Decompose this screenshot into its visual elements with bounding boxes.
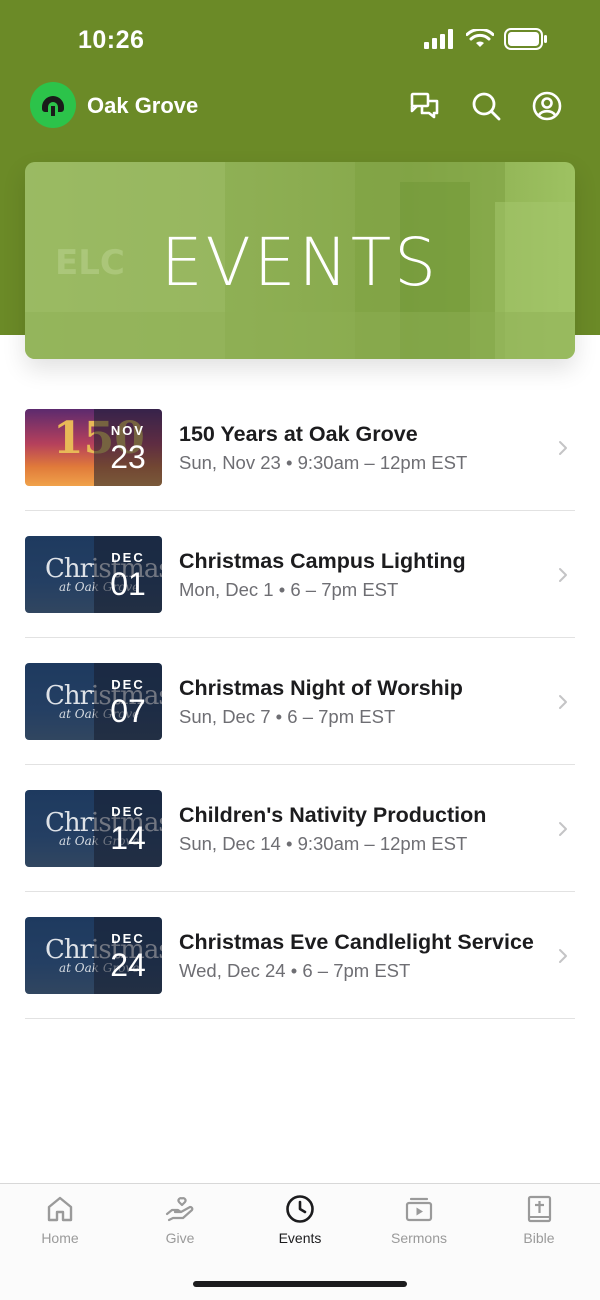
profile-icon	[532, 91, 562, 121]
app-header: Oak Grove	[0, 82, 600, 130]
date-day: 23	[110, 439, 146, 475]
event-list-item[interactable]: Christmas at Oak Grove DEC 01 Christmas …	[25, 511, 575, 638]
event-thumbnail: Christmas at Oak Grove DEC 24	[25, 917, 162, 994]
event-title: Christmas Night of Worship	[179, 676, 463, 700]
clock-icon	[286, 1195, 314, 1223]
signal-icon	[424, 29, 453, 49]
status-bar: 10:26	[0, 0, 600, 80]
chevron-right-icon	[559, 949, 567, 963]
play-icon	[405, 1197, 433, 1222]
date-badge: DEC 24	[94, 917, 162, 994]
chat-icon	[410, 92, 439, 119]
event-list-item[interactable]: 150 NOV 23 150 Years at Oak Grove Sun, N…	[25, 384, 575, 511]
date-badge: DEC 14	[94, 790, 162, 867]
brand-logo[interactable]	[30, 82, 76, 128]
event-title: Christmas Eve Candlelight Service	[179, 930, 534, 954]
tab-label: Home	[41, 1230, 79, 1246]
tab-label: Events	[278, 1230, 322, 1246]
give-icon	[165, 1197, 194, 1222]
chevron-right-icon	[559, 568, 567, 582]
tab-events[interactable]: Events	[250, 1194, 350, 1258]
date-month: DEC	[111, 550, 145, 565]
event-thumbnail: Christmas at Oak Grove DEC 07	[25, 663, 162, 740]
date-day: 01	[110, 566, 146, 602]
profile-button[interactable]	[530, 89, 564, 123]
home-icon	[47, 1196, 73, 1222]
date-month: DEC	[111, 677, 145, 692]
event-datetime: Sun, Dec 14 • 9:30am – 12pm EST	[179, 833, 468, 854]
battery-icon	[504, 28, 547, 50]
tab-bible[interactable]: Bible	[489, 1194, 589, 1258]
event-list: 150 NOV 23 150 Years at Oak Grove Sun, N…	[25, 384, 575, 1019]
chevron-right-icon	[559, 695, 567, 709]
tab-give[interactable]: Give	[130, 1194, 230, 1258]
tab-home[interactable]: Home	[10, 1194, 110, 1258]
date-month: DEC	[111, 931, 145, 946]
status-time: 10:26	[78, 26, 145, 54]
date-day: 24	[110, 947, 146, 983]
event-list-item[interactable]: Christmas at Oak Grove DEC 14 Children's…	[25, 765, 575, 892]
event-list-item[interactable]: Christmas at Oak Grove DEC 24 Christmas …	[25, 892, 575, 1019]
hero-title: EVENTS	[160, 224, 440, 301]
search-icon	[472, 92, 501, 121]
event-datetime: Wed, Dec 24 • 6 – 7pm EST	[179, 960, 411, 981]
date-badge: NOV 23	[94, 409, 162, 486]
tab-sermons[interactable]: Sermons	[369, 1194, 469, 1258]
header-actions	[408, 89, 564, 123]
event-list-item[interactable]: Christmas at Oak Grove DEC 07 Christmas …	[25, 638, 575, 765]
date-badge: DEC 07	[94, 663, 162, 740]
oak-tree-logo-icon	[42, 96, 64, 116]
tab-label: Bible	[523, 1230, 555, 1246]
chat-button[interactable]	[408, 89, 442, 123]
event-datetime: Sun, Nov 23 • 9:30am – 12pm EST	[179, 452, 468, 473]
date-badge: DEC 01	[94, 536, 162, 613]
event-title: 150 Years at Oak Grove	[179, 422, 418, 446]
status-icons	[424, 28, 548, 50]
event-datetime: Mon, Dec 1 • 6 – 7pm EST	[179, 579, 399, 600]
search-button[interactable]	[469, 89, 503, 123]
events-hero-banner: ELC EVENTS	[25, 162, 575, 359]
date-day: 14	[110, 820, 146, 856]
date-month: NOV	[110, 423, 146, 438]
chevron-right-icon	[559, 822, 567, 836]
event-title: Christmas Campus Lighting	[179, 549, 466, 573]
tab-label: Sermons	[390, 1230, 448, 1246]
date-day: 07	[110, 693, 146, 729]
app-name[interactable]: Oak Grove	[87, 93, 198, 119]
event-thumbnail: Christmas at Oak Grove DEC 14	[25, 790, 162, 867]
event-thumbnail: Christmas at Oak Grove DEC 01	[25, 536, 162, 613]
chevron-right-icon	[559, 441, 567, 455]
home-indicator[interactable]	[193, 1281, 407, 1287]
event-thumbnail: 150 NOV 23	[25, 409, 162, 486]
bible-icon	[527, 1195, 552, 1223]
wifi-icon	[466, 29, 494, 47]
event-datetime: Sun, Dec 7 • 6 – 7pm EST	[179, 706, 396, 727]
event-title: Children's Nativity Production	[179, 803, 487, 827]
date-month: DEC	[111, 804, 145, 819]
tab-label: Give	[165, 1230, 195, 1246]
